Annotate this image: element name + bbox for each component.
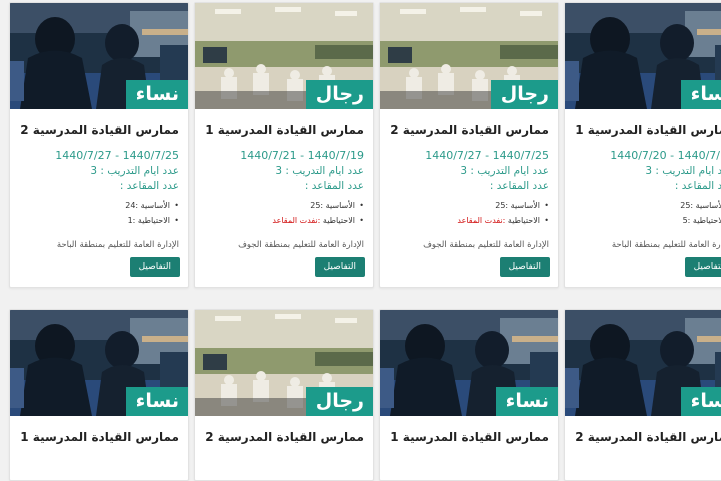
gender-badge: رجال — [305, 387, 373, 416]
course-dates: 1440/7/18 - 1440/7/20 — [610, 149, 721, 162]
course-photo: نساء — [565, 3, 721, 109]
course-title: ممارس القيادة المدرسية 1 — [205, 123, 364, 137]
gender-badge: نساء — [680, 387, 721, 416]
course-card[interactable]: رجال ممارس القيادة المدرسية 2 1440/7/25 … — [379, 2, 559, 288]
seats-list: الأساسية :25 الاحتياطية :نفدت المقاعد — [380, 198, 558, 228]
gender-badge: نساء — [680, 80, 721, 109]
backup-seats: الاحتياطية :نفدت المقاعد — [380, 213, 549, 228]
course-photo: نساء — [380, 310, 558, 416]
backup-seats: الاحتياطية :5 — [565, 213, 721, 228]
course-title: ممارس القيادة المدرسية 1 — [390, 430, 549, 444]
seats-label: عدد المقاعد : — [119, 180, 179, 192]
gender-badge: نساء — [495, 387, 558, 416]
backup-seats: الاحتياطية :1 — [10, 213, 179, 228]
course-photo: نساء — [565, 310, 721, 416]
course-title: ممارس القيادة المدرسية 2 — [205, 430, 364, 444]
training-days: عدد ايام التدريب : 3 — [275, 165, 364, 177]
details-button[interactable]: التفاصيل — [129, 257, 180, 277]
basic-seats: الأساسية :25 — [195, 198, 364, 213]
course-card[interactable]: رجال ممارس القيادة المدرسية 1 1440/7/19 … — [194, 2, 374, 288]
basic-seats: الأساسية :25 — [380, 198, 549, 213]
course-card[interactable]: رجال ممارس القيادة المدرسية 2 — [194, 309, 374, 481]
course-region: الإدارة العامة للتعليم بمنطقة الجوف — [238, 240, 364, 250]
course-title: ممارس القيادة المدرسية 2 — [390, 123, 549, 137]
seats-label: عدد المقاعد : — [489, 180, 549, 192]
gender-badge: نساء — [125, 387, 188, 416]
course-dates: 1440/7/25 - 1440/7/27 — [55, 149, 179, 162]
course-dates: 1440/7/25 - 1440/7/27 — [425, 149, 549, 162]
basic-seats: الأساسية :24 — [10, 198, 179, 213]
seats-label: عدد المقاعد : — [304, 180, 364, 192]
basic-seats: الأساسية :25 — [565, 198, 721, 213]
course-photo: رجال — [195, 3, 373, 109]
course-region: الإدارة العامة للتعليم بمنطقة الباحة — [56, 240, 179, 250]
course-card[interactable]: نساء ممارس القيادة المدرسية 1 — [9, 309, 189, 481]
course-card[interactable]: نساء ممارس القيادة المدرسية 2 — [564, 309, 721, 481]
gender-badge: رجال — [305, 80, 373, 109]
course-photo: نساء — [10, 3, 188, 109]
training-days: عدد ايام التدريب : 3 — [90, 165, 179, 177]
backup-seats: الاحتياطية :نفدت المقاعد — [195, 213, 364, 228]
details-button[interactable]: التفاصيل — [684, 257, 721, 277]
course-card[interactable]: نساء ممارس القيادة المدرسية 1 — [379, 309, 559, 481]
seats-list: الأساسية :24 الاحتياطية :1 — [10, 198, 188, 228]
course-photo: رجال — [195, 310, 373, 416]
seats-list: الأساسية :25 الاحتياطية :5 — [565, 198, 721, 228]
course-title: ممارس القيادة المدرسية 2 — [20, 123, 179, 137]
course-card[interactable]: نساء ممارس القيادة المدرسية 2 1440/7/25 … — [9, 2, 189, 288]
details-button[interactable]: التفاصيل — [314, 257, 365, 277]
details-button[interactable]: التفاصيل — [499, 257, 550, 277]
course-photo: نساء — [10, 310, 188, 416]
gender-badge: نساء — [125, 80, 188, 109]
training-days: عدد ايام التدريب : 3 — [645, 165, 721, 177]
training-days: عدد ايام التدريب : 3 — [460, 165, 549, 177]
course-title: ممارس القيادة المدرسية 1 — [575, 123, 721, 137]
course-title: ممارس القيادة المدرسية 1 — [20, 430, 179, 444]
course-region: الإدارة العامة للتعليم بمنطقة الجوف — [423, 240, 549, 250]
seats-label: عدد المقاعد : — [674, 180, 721, 192]
course-dates: 1440/7/19 - 1440/7/21 — [240, 149, 364, 162]
course-title: ممارس القيادة المدرسية 2 — [575, 430, 721, 444]
course-photo: رجال — [380, 3, 558, 109]
gender-badge: رجال — [490, 80, 558, 109]
course-card[interactable]: نساء ممارس القيادة المدرسية 1 1440/7/18 … — [564, 2, 721, 288]
course-region: الإدارة العامة للتعليم بمنطقة الباحة — [611, 240, 721, 250]
seats-list: الأساسية :25 الاحتياطية :نفدت المقاعد — [195, 198, 373, 228]
